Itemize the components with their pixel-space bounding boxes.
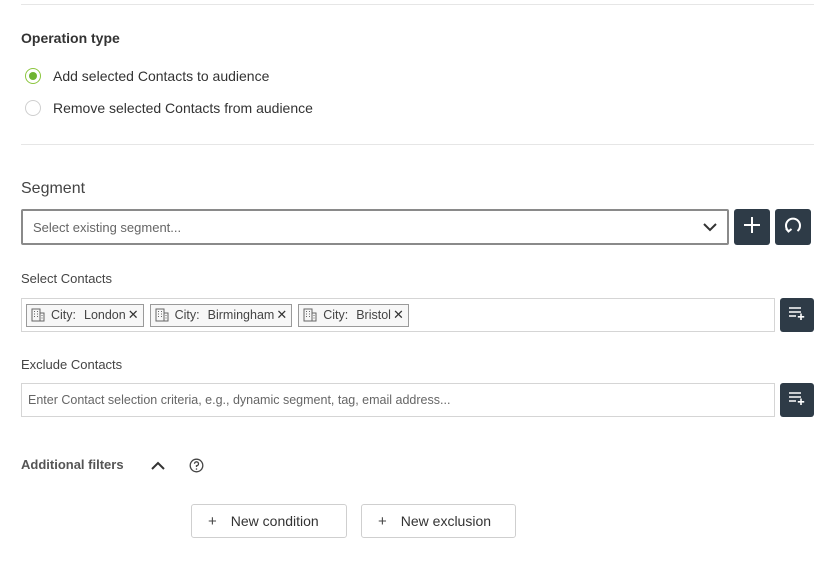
select-contacts-criteria-button[interactable] [780, 298, 814, 332]
segment-title: Segment [21, 180, 86, 197]
exclude-contacts-input[interactable] [21, 383, 775, 417]
refresh-icon [783, 215, 803, 240]
contact-tag: City: Birmingham ✕ [149, 303, 293, 327]
list-add-icon [788, 305, 806, 326]
new-condition-label: New condition [230, 513, 319, 529]
add-segment-button[interactable] [734, 209, 770, 245]
help-icon[interactable] [188, 457, 204, 473]
select-contacts-input[interactable]: City: London ✕ City: Birmingham ✕ City: … [21, 298, 775, 332]
operation-type-title: Operation type [21, 30, 120, 46]
list-add-icon [788, 390, 806, 411]
new-exclusion-button[interactable]: + New exclusion [361, 504, 516, 538]
new-condition-button[interactable]: + New condition [191, 504, 347, 538]
tag-remove-icon[interactable]: ✕ [276, 307, 287, 323]
plus-icon: + [378, 512, 387, 530]
building-icon [303, 308, 317, 322]
refresh-segment-button[interactable] [775, 209, 811, 245]
plus-icon [743, 216, 761, 239]
segment-select[interactable]: Select existing segment... [21, 209, 729, 245]
tag-remove-icon[interactable]: ✕ [393, 307, 404, 323]
new-exclusion-label: New exclusion [400, 513, 492, 529]
tag-value: Bristol [356, 308, 391, 322]
tag-key: City: [174, 308, 200, 322]
segment-select-placeholder: Select existing segment... [33, 219, 182, 235]
tag-remove-icon[interactable]: ✕ [128, 307, 139, 323]
additional-filters-label: Additional filters [21, 457, 124, 472]
radio-remove-contacts-label: Remove selected Contacts from audience [53, 100, 313, 116]
radio-remove-contacts[interactable]: Remove selected Contacts from audience [25, 99, 313, 117]
select-contacts-label: Select Contacts [21, 271, 113, 286]
radio-add-contacts-label: Add selected Contacts to audience [53, 68, 270, 84]
tag-value: Birmingham [207, 308, 275, 322]
chevron-up-icon[interactable] [150, 457, 166, 473]
tag-key: City: [51, 308, 76, 322]
chevron-down-icon [703, 220, 717, 234]
tag-value: London [84, 308, 126, 322]
top-divider [21, 4, 814, 5]
contact-tag: City: London ✕ [26, 303, 144, 327]
building-icon [155, 308, 169, 322]
section-divider [21, 144, 814, 145]
radio-remove-contacts-indicator[interactable] [25, 100, 41, 116]
contact-tag: City: Bristol ✕ [298, 303, 409, 327]
exclude-contacts-criteria-button[interactable] [780, 383, 814, 417]
exclude-contacts-label: Exclude Contacts [21, 357, 123, 372]
tag-key: City: [323, 308, 349, 322]
plus-icon: + [208, 512, 217, 530]
radio-add-contacts[interactable]: Add selected Contacts to audience [25, 67, 269, 85]
building-icon [31, 308, 45, 322]
radio-add-contacts-indicator[interactable] [25, 68, 41, 84]
